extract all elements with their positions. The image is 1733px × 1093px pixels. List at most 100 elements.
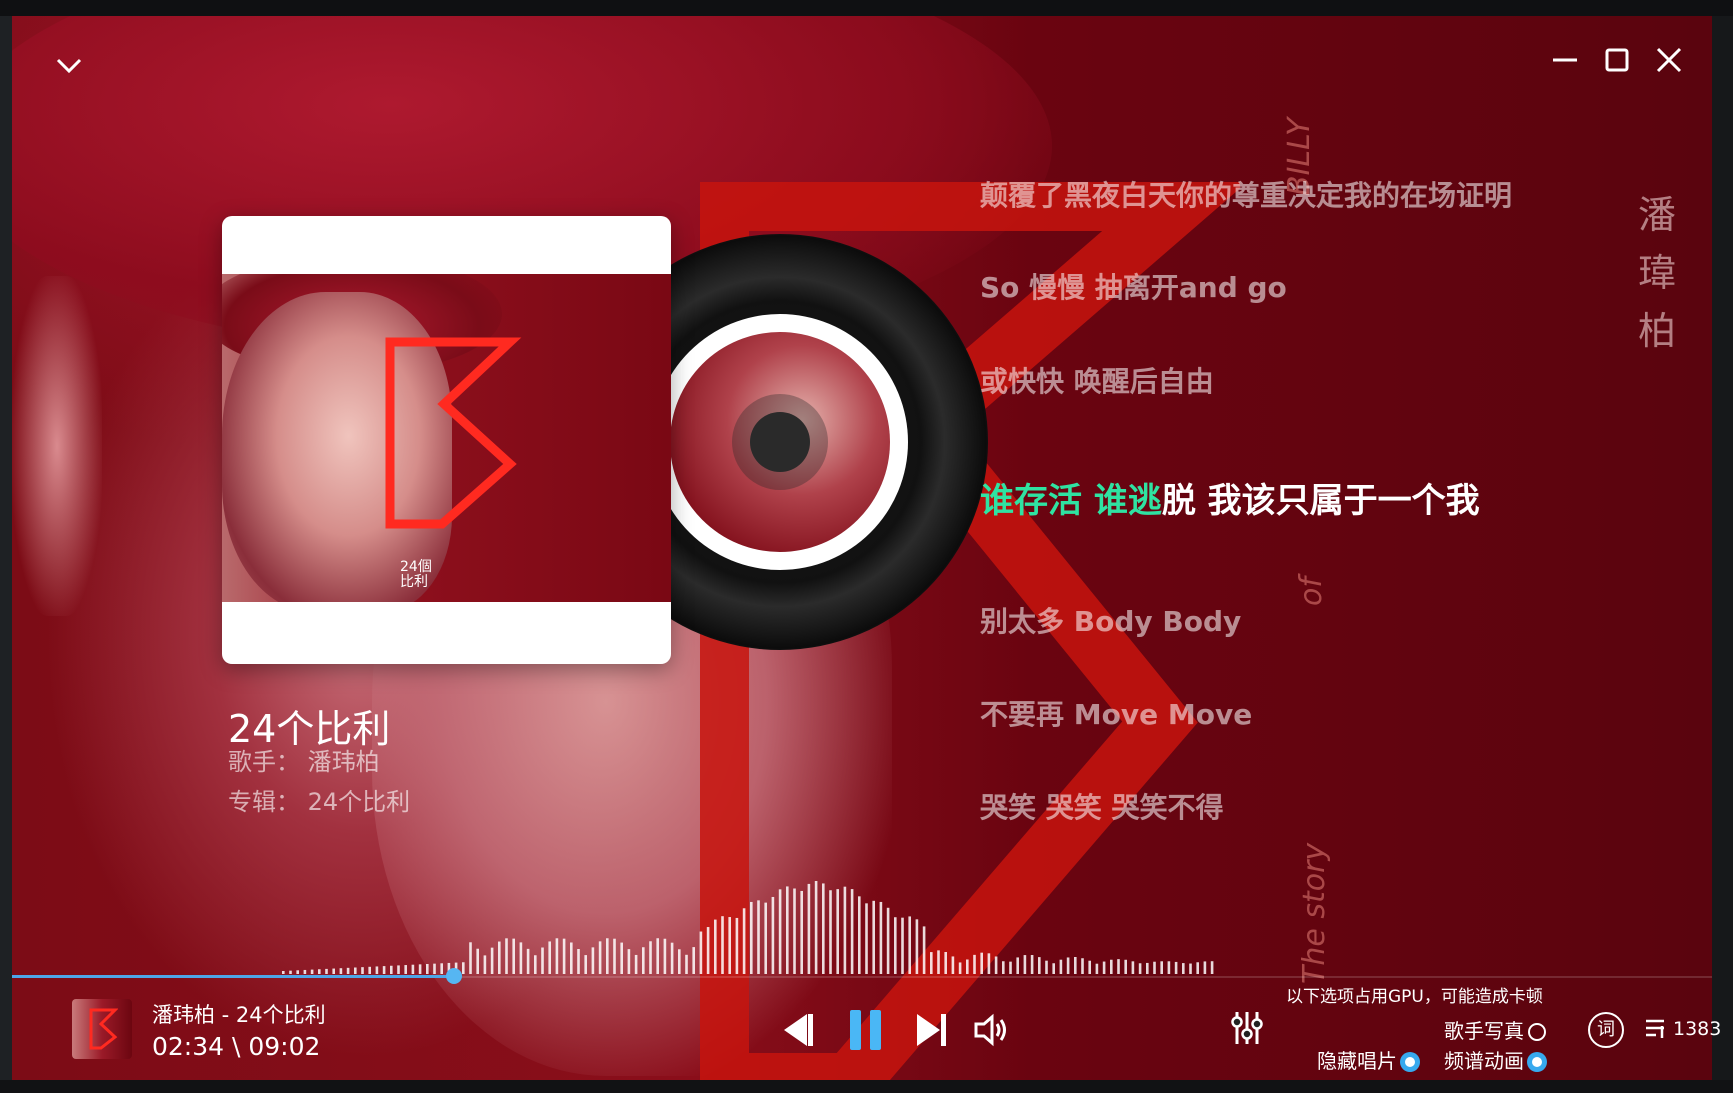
spectrum-bar: [1002, 961, 1005, 974]
lyrics-toggle-button[interactable]: 词: [1588, 1012, 1624, 1048]
current-lyric-line: 谁存活 谁逃脱 我该只属于一个我: [980, 473, 1480, 522]
spectrum-bar: [1074, 957, 1077, 974]
spectrum-bar: [1131, 961, 1135, 974]
spectrum-bar: [606, 938, 609, 974]
spectrum-bar: [1088, 960, 1091, 974]
previous-button[interactable]: [778, 1008, 818, 1052]
next-button[interactable]: [912, 1008, 952, 1052]
artist-label: 歌手：: [228, 748, 300, 776]
spectrum-bar: [296, 970, 299, 974]
now-playing-thumbnail[interactable]: [72, 999, 132, 1059]
lyric-line: 颠覆了黑夜白天你的尊重决定我的在场证明: [980, 179, 1513, 212]
spectrum-bar: [886, 907, 890, 974]
spectrum-bar: [570, 942, 573, 974]
spectrum-bar: [404, 965, 407, 974]
spectrum-bar: [865, 903, 868, 974]
minimize-button[interactable]: [1543, 38, 1587, 82]
maximize-icon: [1605, 48, 1629, 72]
progress-fill: [12, 975, 454, 978]
spectrum-bar: [908, 916, 911, 974]
close-icon: [1656, 47, 1682, 73]
thumbnail-b-logo: [89, 1008, 118, 1050]
spectrum-bar: [778, 889, 782, 974]
spectrum-bar: [930, 952, 933, 974]
spectrum-bar: [397, 965, 400, 974]
album-cover-card: 24個 比利: [222, 216, 671, 664]
lyric-line: 哭笑 哭笑 哭笑不得: [980, 791, 1224, 824]
spectrum-bar: [1102, 961, 1106, 974]
spectrum-bar: [620, 942, 623, 974]
spectrum-bar: [1167, 961, 1171, 974]
spectrum-animation-radio[interactable]: [1528, 1053, 1546, 1071]
skip-previous-icon: [784, 1014, 813, 1046]
spectrum-bar: [1138, 963, 1142, 974]
spectrum-bar: [375, 966, 379, 974]
spectrum-bar: [1110, 959, 1113, 974]
progress-knob[interactable]: [446, 968, 462, 984]
spectrum-bar: [440, 963, 443, 974]
hide-disc-option[interactable]: 隐藏唱片: [1317, 1045, 1419, 1074]
maximize-button[interactable]: [1595, 38, 1639, 82]
volume-icon: [974, 1013, 1006, 1047]
spectrum-bar: [822, 883, 825, 974]
spectrum-bar: [1045, 960, 1048, 974]
spectrum-bar: [735, 917, 739, 974]
spectrum-bar: [289, 970, 292, 974]
artist-photo-radio[interactable]: [1528, 1023, 1546, 1041]
artist-photo-option[interactable]: 歌手写真: [1444, 1015, 1546, 1044]
spectrum-bar: [411, 964, 415, 974]
spectrum-bar: [894, 917, 897, 974]
spectrum-bar: [1023, 955, 1027, 974]
spectrum-bar: [1196, 962, 1199, 974]
gpu-warning-note: 以下选项占用GPU，可能造成卡顿: [1286, 987, 1543, 1007]
spectrum-animation-option[interactable]: 频谱动画: [1444, 1045, 1546, 1074]
spectrum-bar: [814, 881, 818, 974]
album-cover-art: 24個 比利: [222, 274, 671, 602]
spectrum-bar: [303, 969, 307, 974]
spectrum-bar: [1081, 958, 1084, 974]
song-artist: 歌手： 潘玮柏: [228, 742, 380, 777]
spectrum-bar: [469, 942, 472, 974]
spectrum-bar: [346, 967, 350, 974]
hide-disc-radio[interactable]: [1401, 1053, 1419, 1071]
spectrum-bar: [426, 964, 429, 974]
spectrum-bar: [786, 886, 789, 974]
spectrum-bar: [541, 947, 544, 974]
spectrum-bar: [793, 888, 796, 974]
spectrum-bar: [634, 954, 638, 974]
current-lyric-sung: 谁存活 谁逃: [980, 481, 1162, 521]
now-playing-text: 潘玮柏 - 24个比利: [152, 1003, 326, 1027]
spectrum-bar: [771, 896, 775, 974]
spectrum-bar: [742, 908, 746, 974]
spectrum-bar: [1210, 961, 1214, 974]
spectrum-bar: [915, 919, 919, 974]
album-name[interactable]: 24个比利: [308, 788, 411, 816]
spectrum-bar: [555, 938, 559, 974]
spectrum-bar: [505, 938, 508, 974]
spectrum-bar: [958, 962, 962, 974]
volume-button[interactable]: [972, 1012, 1012, 1048]
equalizer-button[interactable]: [1230, 1010, 1264, 1046]
background-artwork-ear: [12, 276, 102, 616]
close-button[interactable]: [1647, 38, 1691, 82]
top-strip: [0, 0, 1733, 16]
album-label: 专辑：: [228, 788, 300, 816]
right-background-strip: [1712, 16, 1733, 1093]
spectrum-bar: [318, 969, 321, 974]
disc-spindle-hole: [750, 412, 810, 472]
spectrum-bar: [498, 941, 501, 974]
playlist-button[interactable]: [1644, 1016, 1670, 1042]
song-album: 专辑： 24个比利: [228, 782, 410, 817]
collapse-player-button[interactable]: [47, 44, 91, 88]
spectrum-bar: [534, 955, 537, 974]
spectrum-bar: [872, 900, 875, 974]
spectrum-bar: [1153, 961, 1156, 974]
artist-name[interactable]: 潘玮柏: [308, 748, 380, 776]
spectrum-bar: [1117, 959, 1120, 974]
pause-button[interactable]: [846, 1006, 886, 1054]
spectrum-bar: [577, 948, 580, 974]
spectrum-bar: [1016, 957, 1019, 974]
spectrum-bar: [548, 941, 551, 974]
spectrum-bar: [1038, 957, 1041, 974]
spectrum-visualizer: [282, 881, 1214, 974]
